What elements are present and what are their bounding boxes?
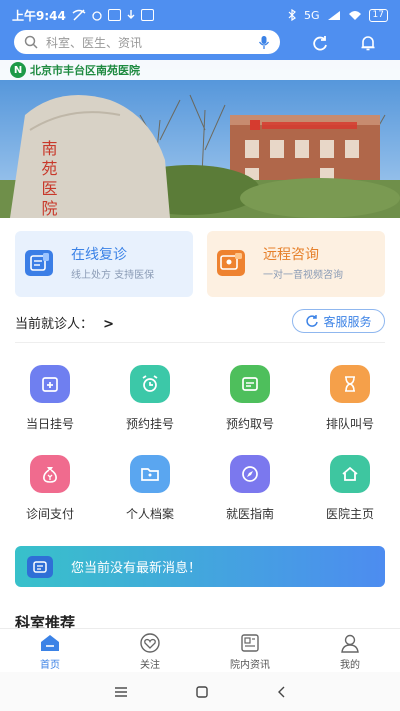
alarm-clock-icon — [130, 365, 170, 403]
calendar-plus-icon — [30, 365, 70, 403]
grid-item-same-day-registration[interactable]: 当日挂号 — [10, 365, 90, 435]
compass-icon — [230, 455, 270, 493]
heart-icon — [140, 633, 160, 653]
hospital-logo-row: N 北京市丰台区南苑医院 — [0, 60, 400, 80]
bell-icon — [361, 36, 375, 51]
current-patient-selector[interactable]: 当前就诊人： > — [15, 313, 114, 332]
refresh-service-icon — [306, 315, 319, 327]
user-icon — [341, 634, 359, 653]
notification-button[interactable] — [357, 32, 379, 54]
grid-item-label: 就医指南 — [225, 507, 274, 521]
news-icon — [241, 634, 259, 652]
tab-mine[interactable]: 我的 — [300, 629, 400, 672]
search-input[interactable]: 科室、医生、资讯 — [14, 30, 280, 54]
grid-item-label: 预约挂号 — [125, 417, 174, 431]
home-icon — [330, 455, 370, 493]
microphone-icon[interactable] — [258, 35, 270, 50]
wifi-off-icon — [72, 9, 86, 21]
folder-icon — [130, 455, 170, 493]
hourglass-icon — [330, 365, 370, 403]
grid-item-clinic-payment[interactable]: 诊间支付 — [10, 455, 90, 525]
online-followup-card[interactable]: 在线复诊 线上处方 支持医保 — [15, 231, 193, 297]
remote-consult-card[interactable]: 远程咨询 一对一音视频咨询 — [207, 231, 385, 297]
status-bar: 上午9:44 5G 17 — [0, 0, 400, 30]
money-bag-icon — [30, 455, 70, 493]
current-patient-row: 当前就诊人： > 客服服务 — [0, 306, 400, 338]
grid-item-queue-call[interactable]: 排队叫号 — [310, 365, 390, 435]
tab-label: 关注 — [140, 660, 160, 671]
tab-label: 首页 — [40, 660, 60, 671]
message-banner[interactable]: 您当前没有最新消息！ — [15, 546, 385, 587]
grid-item-personal-records[interactable]: 个人档案 — [110, 455, 190, 525]
message-text: 您当前没有最新消息！ — [71, 561, 202, 576]
grid-item-label: 排队叫号 — [325, 417, 374, 431]
wifi-icon — [348, 10, 361, 20]
app-notify-icon — [107, 9, 121, 21]
grid-item-label: 诊间支付 — [25, 507, 74, 521]
hospital-banner[interactable]: 南苑医院 N 北京市丰台区南苑医院 — [0, 60, 400, 218]
grid-item-label: 医院主页 — [325, 507, 374, 521]
alarm-icon — [92, 11, 102, 21]
card-subtitle: 一对一音视频咨询 — [263, 270, 343, 281]
tab-news[interactable]: 院内资讯 — [200, 629, 300, 672]
notification-icons — [72, 9, 154, 21]
grid-item-hospital-home[interactable]: 医院主页 — [310, 455, 390, 525]
hospital-logo-icon: N — [10, 62, 26, 78]
video-consult-icon — [217, 250, 245, 276]
bottom-tab-bar: 首页 关注 院内资讯 我的 — [0, 628, 400, 672]
download-icon — [127, 10, 135, 19]
tab-label: 我的 — [340, 660, 360, 671]
bluetooth-icon — [288, 9, 296, 21]
hospital-name: 北京市丰台区南苑医院 — [30, 64, 140, 77]
grid-item-ticket-pickup[interactable]: 预约取号 — [210, 365, 290, 435]
status-time: 上午9:44 — [12, 8, 66, 23]
ticket-icon — [230, 365, 270, 403]
header-bar: 科室、医生、资讯 — [0, 30, 400, 60]
refresh-icon — [313, 36, 327, 51]
tab-label: 院内资讯 — [230, 660, 270, 671]
prescription-icon — [25, 250, 53, 276]
chevron-right-icon: > — [103, 317, 115, 332]
current-patient-label: 当前就诊人： — [15, 317, 94, 332]
banner-image: 南苑医院 — [0, 60, 400, 218]
search-icon — [24, 35, 38, 49]
tab-follow[interactable]: 关注 — [100, 629, 200, 672]
grid-item-appointment-registration[interactable]: 预约挂号 — [110, 365, 190, 435]
divider — [15, 342, 385, 343]
back-icon[interactable] — [276, 685, 286, 699]
search-placeholder: 科室、医生、资讯 — [46, 35, 143, 50]
menu-icon[interactable] — [114, 686, 128, 698]
home-tab-icon — [41, 635, 59, 651]
signal-icon — [327, 10, 340, 20]
status-right: 5G 17 — [288, 8, 388, 22]
home-square-icon[interactable] — [195, 685, 209, 699]
customer-service-label: 客服服务 — [323, 314, 372, 329]
stone-inscription: 南苑医院 — [39, 140, 58, 218]
card-title: 在线复诊 — [71, 247, 127, 263]
grid-item-label: 当日挂号 — [25, 417, 74, 431]
grid-item-label: 预约取号 — [225, 417, 274, 431]
grid-item-label: 个人档案 — [125, 507, 174, 521]
system-nav-bar — [0, 672, 400, 711]
battery-indicator: 17 — [368, 8, 388, 22]
customer-service-button[interactable]: 客服服务 — [292, 309, 385, 333]
network-label: 5G — [304, 8, 320, 22]
grid-item-medical-guide[interactable]: 就医指南 — [210, 455, 290, 525]
card-subtitle: 线上处方 支持医保 — [71, 270, 155, 281]
refresh-button[interactable] — [309, 32, 331, 54]
message-icon — [27, 555, 53, 578]
tab-home[interactable]: 首页 — [0, 629, 100, 672]
card-title: 远程咨询 — [263, 247, 319, 263]
app-notify-icon — [140, 9, 154, 21]
